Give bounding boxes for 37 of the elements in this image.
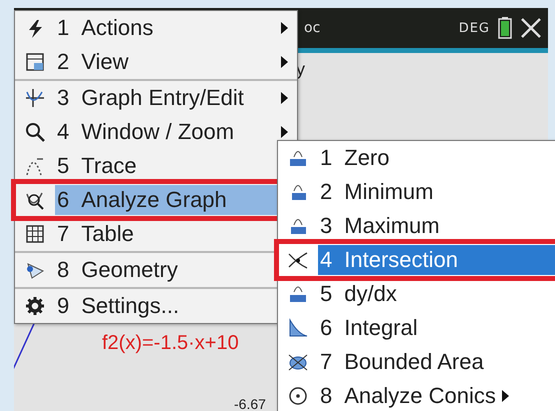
maximum-graph-icon (288, 216, 308, 236)
menu-item[interactable]: 4 Window / Zoom (55, 117, 277, 147)
window-icon (25, 52, 45, 72)
intersection-icon (288, 250, 308, 270)
close-icon[interactable] (520, 17, 542, 39)
graph-edit-icon (25, 88, 45, 108)
submenu-item[interactable]: 1 Zero (318, 143, 555, 173)
zero-graph-icon (288, 148, 308, 168)
circle-dot-icon (288, 386, 308, 406)
submenu-item[interactable]: 4 Intersection (318, 245, 555, 275)
settings-icon (25, 296, 45, 316)
submenu-item[interactable]: 6 Integral (318, 313, 555, 343)
shaded-area-icon (288, 318, 308, 338)
submenu-item[interactable]: 3 Maximum (318, 211, 555, 241)
submenu-item[interactable]: 5 dy/dx (318, 279, 555, 309)
bounded-area-icon (288, 352, 308, 372)
menu-item[interactable]: 8 Geometry (55, 255, 277, 285)
derivative-icon (288, 284, 308, 304)
menu-item[interactable]: 7 Table (55, 219, 277, 249)
trace-curve-icon (25, 156, 45, 176)
angle-mode: DEG (458, 20, 490, 36)
menu-item[interactable]: 3 Graph Entry/Edit (55, 83, 277, 113)
submenu-item[interactable]: 7 Bounded Area (318, 347, 555, 377)
menu-item[interactable]: 6 Analyze Graph (55, 185, 277, 215)
submenu-item[interactable]: 2 Minimum (318, 177, 555, 207)
battery-icon (498, 17, 512, 39)
document-title: oc (304, 20, 322, 36)
search-icon (25, 122, 45, 142)
menu-item[interactable]: 2 View (55, 47, 277, 77)
magnifier-graph-icon (25, 190, 45, 210)
submenu-item[interactable]: 8 Analyze Conics (318, 381, 555, 411)
axis-value: -6.67 (234, 396, 266, 411)
menu-item[interactable]: 1 Actions (55, 13, 277, 43)
function-label: f2(x)=-1.5·x+10 (102, 332, 239, 355)
menu-item[interactable]: 9 Settings... (55, 291, 277, 321)
table-icon (25, 224, 45, 244)
menu-item[interactable]: 5 Trace (55, 151, 277, 181)
